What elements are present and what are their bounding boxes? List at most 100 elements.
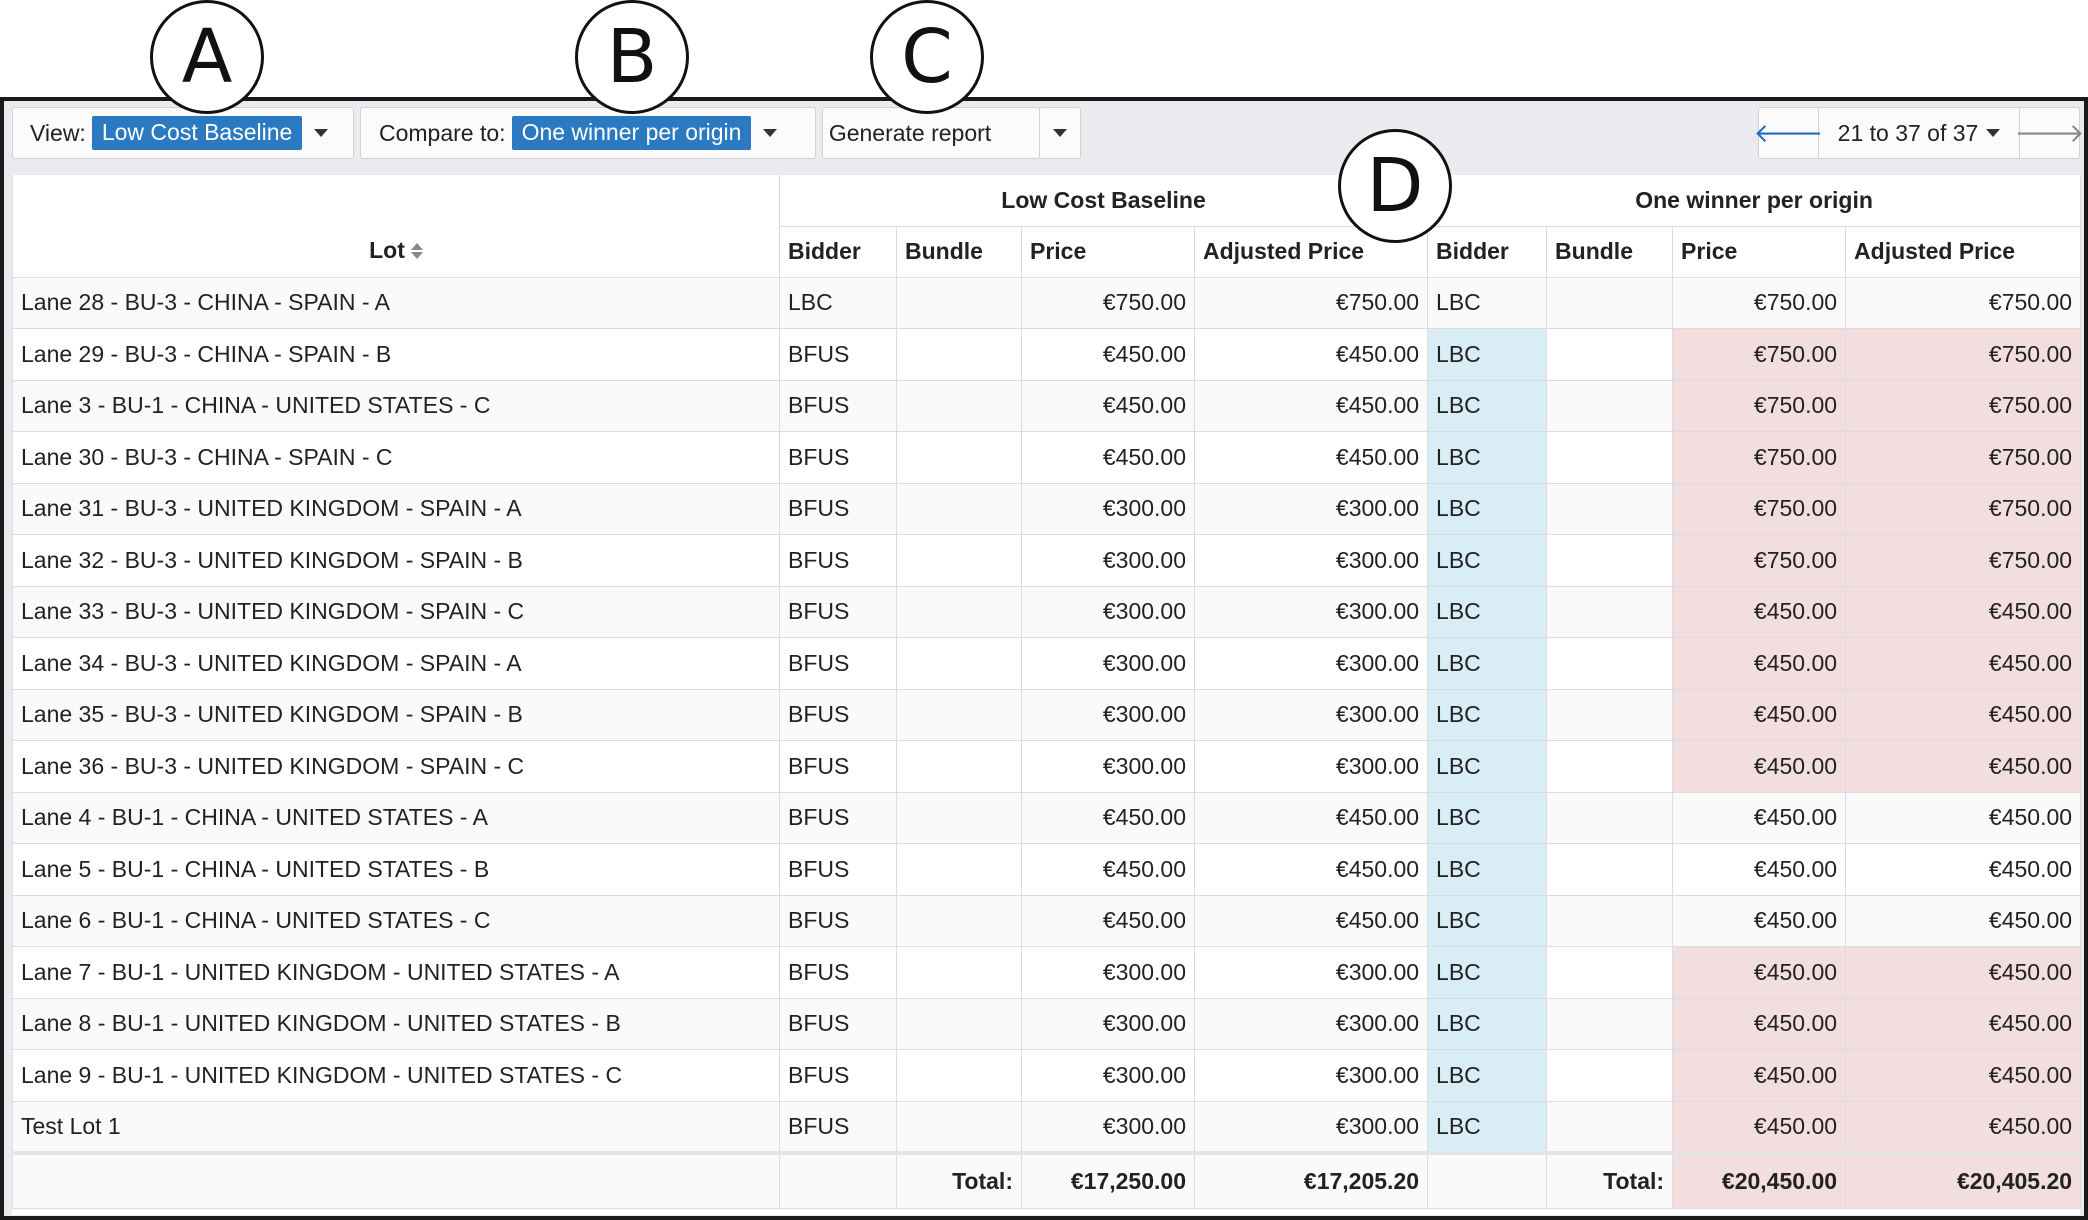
cell-lcb-bundle	[896, 740, 1022, 793]
generate-report-menu-button[interactable]	[1039, 107, 1081, 159]
page-range-dropdown[interactable]: 21 to 37 of 37	[1819, 108, 2019, 158]
cell-owpo-adjusted-price: €450.00	[1845, 946, 2082, 999]
cell-lcb-price: €300.00	[1021, 534, 1195, 587]
cell-lcb-adjusted-price: €300.00	[1193, 482, 1429, 535]
table-row[interactable]: Lane 33 - BU-3 - UNITED KINGDOM - SPAIN …	[12, 585, 2082, 638]
cell-lcb-adjusted-price: €300.00	[1193, 997, 1429, 1050]
cell-lcb-bundle	[896, 894, 1022, 947]
prev-page-button[interactable]: 🡐	[1754, 108, 1823, 158]
generate-report-label: Generate report	[828, 119, 992, 146]
table-row[interactable]: Lane 3 - BU-1 - CHINA - UNITED STATES - …	[12, 379, 2082, 432]
view-selected-chip: Low Cost Baseline	[91, 116, 303, 150]
cell-owpo-price: €450.00	[1672, 585, 1847, 638]
cell-owpo-bundle	[1546, 482, 1674, 535]
generate-report-button[interactable]: Generate report	[822, 107, 1040, 159]
cell-owpo-bidder: LBC	[1427, 1049, 1548, 1102]
cell-owpo-price: €750.00	[1672, 482, 1847, 535]
cell-lcb-bidder: BFUS	[779, 894, 897, 947]
cell-lot: Lane 33 - BU-3 - UNITED KINGDOM - SPAIN …	[12, 585, 780, 638]
table-row[interactable]: Lane 9 - BU-1 - UNITED KINGDOM - UNITED …	[12, 1049, 2082, 1102]
table-row[interactable]: Test Lot 1 BFUS €300.00 €300.00 LBC €450.00 €4…	[12, 1100, 2082, 1153]
cell-lcb-bundle	[896, 379, 1022, 432]
column-header-lot[interactable]: Lot	[12, 175, 780, 278]
cell-lcb-adjusted-price: €300.00	[1193, 946, 1429, 999]
table-row[interactable]: Lane 30 - BU-3 - CHINA - SPAIN - C BFUS €4…	[12, 431, 2082, 484]
cell-owpo-bidder: LBC	[1427, 894, 1548, 947]
column-header-bundle: Bundle	[1546, 225, 1674, 278]
cell-owpo-bidder: LBC	[1427, 585, 1548, 638]
toolbar: View: Low Cost Baseline Compare to: One …	[12, 107, 2084, 159]
table-row[interactable]: Lane 28 - BU-3 - CHINA - SPAIN - A LBC €75…	[12, 276, 2082, 329]
cell-owpo-bundle	[1546, 585, 1674, 638]
arrow-left-icon: 🡐	[1753, 117, 1824, 148]
column-header-bidder: Bidder	[1427, 225, 1548, 278]
cell-lot: Lane 34 - BU-3 - UNITED KINGDOM - SPAIN …	[12, 637, 780, 690]
cell-lcb-price: €750.00	[1021, 276, 1195, 329]
cell-owpo-bidder: LBC	[1427, 946, 1548, 999]
table-row[interactable]: Lane 32 - BU-3 - UNITED KINGDOM - SPAIN …	[12, 534, 2082, 587]
cell-lcb-price: €450.00	[1021, 328, 1195, 381]
cell-lcb-bundle	[896, 946, 1022, 999]
table-row[interactable]: Lane 31 - BU-3 - UNITED KINGDOM - SPAIN …	[12, 482, 2082, 535]
cell-lcb-bidder: BFUS	[779, 997, 897, 1050]
table-row[interactable]: Lane 29 - BU-3 - CHINA - SPAIN - B BFUS €4…	[12, 328, 2082, 381]
cell-lcb-price: €300.00	[1021, 688, 1195, 741]
chevron-down-icon	[314, 129, 329, 137]
cell-lot: Lane 7 - BU-1 - UNITED KINGDOM - UNITED …	[12, 946, 780, 999]
group-header-low-cost-baseline: Low Cost Baseline	[778, 175, 1429, 227]
callout-b: B	[575, 0, 689, 114]
cell-lcb-bundle	[896, 1100, 1022, 1153]
cell-lcb-bidder: LBC	[779, 276, 897, 329]
cell-lcb-bundle	[896, 585, 1022, 638]
cell-owpo-price: €450.00	[1672, 843, 1847, 896]
cell-owpo-bidder: LBC	[1427, 276, 1548, 329]
cell-lcb-bidder: BFUS	[779, 1100, 897, 1153]
totals-empty-cell	[779, 1150, 897, 1209]
table-row[interactable]: Lane 8 - BU-1 - UNITED KINGDOM - UNITED …	[12, 997, 2082, 1050]
cell-owpo-adjusted-price: €450.00	[1845, 1100, 2082, 1153]
cell-owpo-bidder: LBC	[1427, 482, 1548, 535]
arrow-right-icon: 🡒	[2014, 117, 2085, 148]
table-row[interactable]: Lane 7 - BU-1 - UNITED KINGDOM - UNITED …	[12, 946, 2082, 999]
table-row[interactable]: Lane 34 - BU-3 - UNITED KINGDOM - SPAIN …	[12, 637, 2082, 690]
cell-lcb-bundle	[896, 431, 1022, 484]
cell-lcb-adjusted-price: €300.00	[1193, 688, 1429, 741]
cell-lcb-adjusted-price: €300.00	[1193, 1049, 1429, 1102]
table-body: Lane 28 - BU-3 - CHINA - SPAIN - A LBC €75…	[12, 276, 2082, 1153]
cell-owpo-bundle	[1546, 688, 1674, 741]
cell-owpo-bundle	[1546, 276, 1674, 329]
cell-lcb-bundle	[896, 637, 1022, 690]
cell-owpo-adjusted-price: €450.00	[1845, 637, 2082, 690]
cell-owpo-adjusted-price: €750.00	[1845, 276, 2082, 329]
table-row[interactable]: Lane 4 - BU-1 - CHINA - UNITED STATES - …	[12, 791, 2082, 844]
next-page-button[interactable]: 🡒	[2015, 108, 2084, 158]
table-row[interactable]: Lane 35 - BU-3 - UNITED KINGDOM - SPAIN …	[12, 688, 2082, 741]
cell-lcb-bidder: BFUS	[779, 431, 897, 484]
column-header-bidder: Bidder	[779, 225, 897, 278]
cell-owpo-adjusted-price: €750.00	[1845, 534, 2082, 587]
cell-lcb-bundle	[896, 276, 1022, 329]
cell-lot: Lane 35 - BU-3 - UNITED KINGDOM - SPAIN …	[12, 688, 780, 741]
cell-lcb-price: €450.00	[1021, 894, 1195, 947]
lot-header-label: Lot	[369, 236, 405, 263]
cell-owpo-bundle	[1546, 997, 1674, 1050]
table-row[interactable]: Lane 5 - BU-1 - CHINA - UNITED STATES - …	[12, 843, 2082, 896]
chevron-down-icon	[763, 129, 778, 137]
cell-lcb-price: €300.00	[1021, 585, 1195, 638]
sort-icon	[410, 243, 423, 260]
cell-lcb-price: €300.00	[1021, 1049, 1195, 1102]
table-row[interactable]: Lane 6 - BU-1 - CHINA - UNITED STATES - …	[12, 894, 2082, 947]
total-lcb-adjusted-price: €17,205.20	[1193, 1150, 1429, 1209]
cell-lcb-adjusted-price: €750.00	[1193, 276, 1429, 329]
cell-owpo-price: €750.00	[1672, 328, 1847, 381]
total-lcb-price: €17,250.00	[1021, 1150, 1195, 1209]
table-row[interactable]: Lane 36 - BU-3 - UNITED KINGDOM - SPAIN …	[12, 740, 2082, 793]
totals-empty-cell	[1427, 1150, 1548, 1209]
view-dropdown[interactable]: View: Low Cost Baseline	[12, 107, 354, 159]
cell-lcb-bidder: BFUS	[779, 688, 897, 741]
cell-owpo-price: €750.00	[1672, 379, 1847, 432]
compare-dropdown[interactable]: Compare to: One winner per origin	[360, 107, 816, 159]
callout-c: C	[870, 0, 984, 114]
callout-a: A	[150, 0, 264, 114]
cell-lcb-adjusted-price: €450.00	[1193, 379, 1429, 432]
